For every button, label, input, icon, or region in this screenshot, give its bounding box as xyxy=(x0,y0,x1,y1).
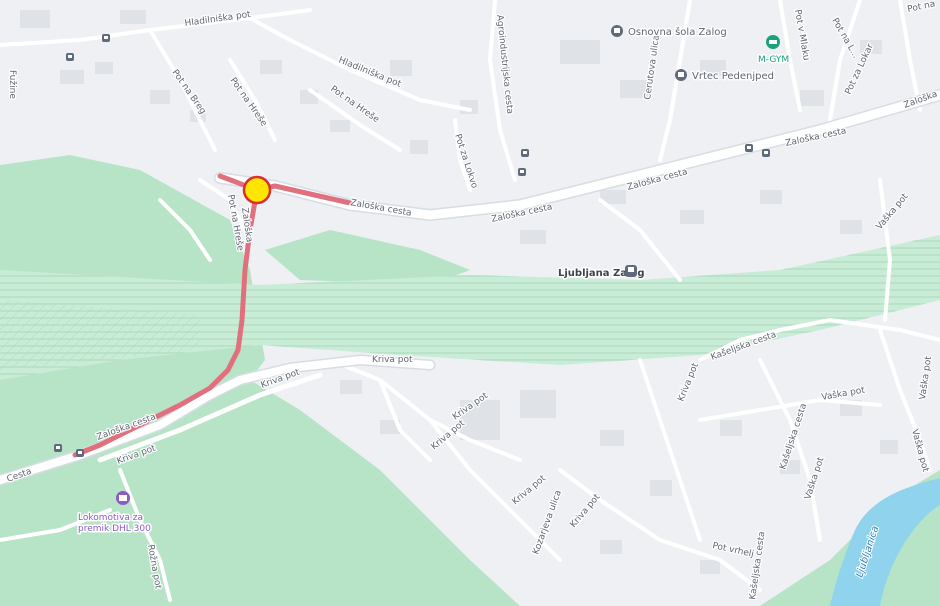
bus-stop-icon[interactable] xyxy=(66,53,74,61)
bus-stop-icon[interactable] xyxy=(54,444,62,452)
location-marker[interactable] xyxy=(242,175,272,205)
bus-stop-icon[interactable] xyxy=(102,34,110,42)
poi-station[interactable]: Ljubljana Zalog xyxy=(557,265,646,281)
bus-stop-icon[interactable] xyxy=(76,449,84,457)
bus-stop-icon[interactable] xyxy=(518,168,526,176)
poi-museum-label-2: premik DHL 300 xyxy=(78,524,151,534)
bus-stop-icon[interactable] xyxy=(745,144,753,152)
street-label: Fužine xyxy=(7,70,17,99)
poi-kindergarten-label: Vrtec Pedenjped xyxy=(692,71,774,82)
bus-stop-icon[interactable] xyxy=(521,149,529,157)
poi-museum-label-1: Lokomotiva za xyxy=(78,513,143,523)
map-view[interactable]: Hladilniška pot Hladilniška pot Pot na B… xyxy=(0,0,940,606)
bus-stop-icon[interactable] xyxy=(762,149,770,157)
poi-school[interactable]: Osnovna šola Zalog xyxy=(611,25,728,40)
poi-gym-label: M-GYM xyxy=(758,55,789,65)
map-canvas[interactable]: Hladilniška pot Hladilniška pot Pot na B… xyxy=(0,0,940,606)
street-label: Kriva pot xyxy=(372,355,413,365)
poi-school-label: Osnovna šola Zalog xyxy=(628,26,727,38)
